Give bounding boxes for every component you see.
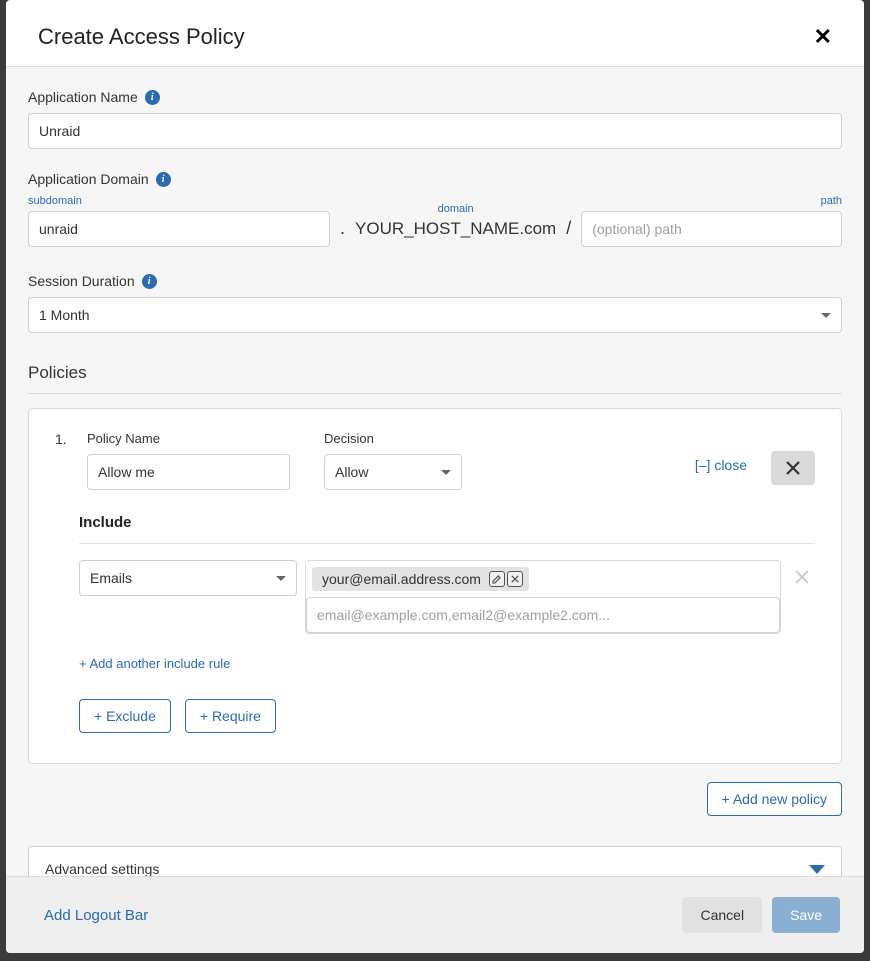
app-name-input[interactable]: [28, 113, 842, 149]
policies-divider: [28, 393, 842, 394]
close-icon: [795, 570, 809, 584]
remove-include-rule[interactable]: [789, 560, 815, 584]
add-exclude-button[interactable]: + Exclude: [79, 699, 171, 733]
emails-tag-input[interactable]: your@email.address.com: [305, 560, 781, 634]
create-access-policy-modal: Create Access Policy ✕ Application Name …: [6, 0, 864, 953]
app-domain-label: Application Domain: [28, 171, 149, 187]
close-icon[interactable]: [507, 571, 523, 587]
chevron-down-icon: [809, 865, 825, 874]
subdomain-label: subdomain: [28, 195, 330, 207]
session-duration-label: Session Duration: [28, 273, 135, 289]
email-chip: your@email.address.com: [312, 567, 529, 591]
add-new-policy-button[interactable]: + Add new policy: [707, 782, 842, 816]
include-type-value: Emails: [90, 570, 132, 586]
domain-label-mini: domain: [355, 203, 556, 215]
app-domain-label-row: Application Domain i: [28, 171, 842, 187]
info-icon[interactable]: i: [142, 274, 157, 289]
decision-select[interactable]: Allow: [324, 454, 462, 490]
close-icon: [785, 460, 801, 476]
chevron-down-icon: [821, 313, 831, 318]
add-require-button[interactable]: + Require: [185, 699, 276, 733]
policy-name-input[interactable]: [87, 454, 290, 490]
add-include-rule-link[interactable]: + Add another include rule: [79, 656, 815, 671]
close-icon[interactable]: ✕: [814, 26, 832, 48]
cancel-button[interactable]: Cancel: [682, 897, 762, 933]
add-logout-bar-link[interactable]: Add Logout Bar: [30, 907, 148, 924]
advanced-settings-label: Advanced settings: [45, 861, 159, 876]
app-name-label: Application Name: [28, 89, 138, 105]
info-icon[interactable]: i: [145, 90, 160, 105]
include-divider: [79, 543, 815, 544]
session-duration-select[interactable]: 1 Month: [28, 297, 842, 333]
dot-separator: .: [338, 218, 347, 247]
domain-row: subdomain . domain YOUR_HOST_NAME.com / …: [28, 195, 842, 247]
path-label: path: [581, 195, 842, 207]
domain-static-text: YOUR_HOST_NAME.com: [355, 219, 556, 247]
include-type-select[interactable]: Emails: [79, 560, 297, 596]
collapse-policy-link[interactable]: [–] close: [695, 431, 747, 473]
app-name-label-row: Application Name i: [28, 89, 842, 105]
chevron-down-icon: [276, 576, 286, 581]
subdomain-input[interactable]: [28, 211, 330, 247]
decision-value: Allow: [335, 464, 368, 480]
email-text-input[interactable]: [306, 597, 780, 633]
modal-header: Create Access Policy ✕: [6, 0, 864, 66]
session-label-row: Session Duration i: [28, 273, 842, 289]
email-chip-text: your@email.address.com: [322, 571, 481, 587]
decision-label: Decision: [324, 431, 462, 446]
policy-name-label: Policy Name: [87, 431, 290, 446]
pencil-icon[interactable]: [489, 571, 505, 587]
path-input[interactable]: [581, 211, 842, 247]
save-button[interactable]: Save: [772, 897, 840, 933]
delete-policy-button[interactable]: [771, 451, 815, 485]
policy-index: 1.: [55, 431, 67, 447]
session-duration-value: 1 Month: [39, 307, 90, 323]
modal-title: Create Access Policy: [38, 24, 245, 50]
policy-card: 1. Policy Name Decision Allow: [28, 408, 842, 764]
info-icon[interactable]: i: [156, 172, 171, 187]
slash-separator: /: [564, 218, 573, 247]
advanced-settings-toggle[interactable]: Advanced settings: [28, 846, 842, 876]
modal-footer: Add Logout Bar Cancel Save: [6, 876, 864, 953]
include-title: Include: [79, 514, 815, 531]
policies-section-title: Policies: [28, 363, 842, 383]
chevron-down-icon: [441, 470, 451, 475]
modal-body: Application Name i Application Domain i …: [6, 66, 864, 876]
